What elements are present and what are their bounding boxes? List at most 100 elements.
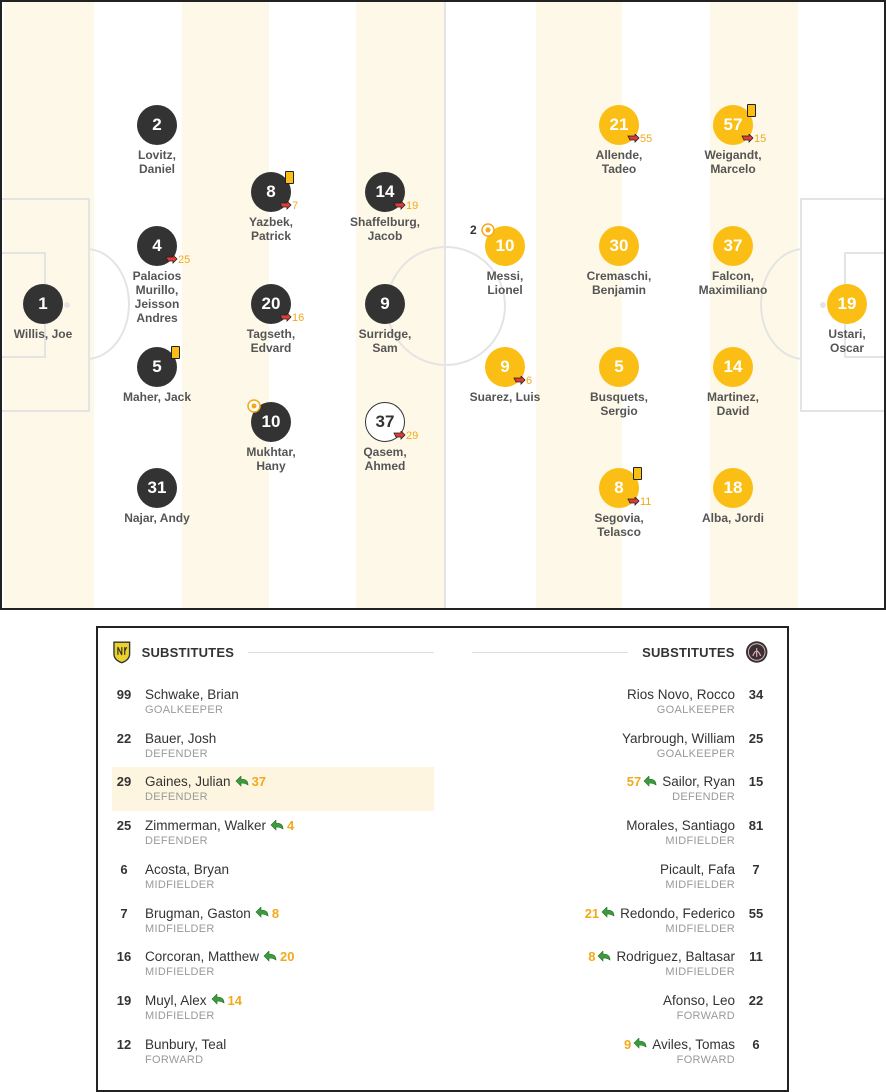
player-name: Willis, Joe bbox=[13, 327, 73, 341]
sub-out-icon bbox=[393, 431, 406, 440]
sub-in-icon bbox=[643, 775, 657, 787]
substitute-number: 25 bbox=[116, 818, 132, 834]
substitute-position: GOALKEEPER bbox=[656, 704, 735, 716]
substitute-number: 15 bbox=[748, 774, 764, 790]
home-substitute-row[interactable]: 22 Bauer, Josh DEFENDER bbox=[112, 724, 434, 768]
sub-in-indicator: 8 bbox=[588, 949, 612, 964]
player-name: Alba, Jordi bbox=[701, 511, 764, 525]
away-player-5[interactable]: 5 Busquets, Sergio bbox=[564, 347, 674, 443]
player-name: Allende, Tadeo bbox=[595, 148, 643, 176]
home-player-5[interactable]: 5 Maher, Jack bbox=[102, 346, 212, 443]
sub-in-icon bbox=[263, 950, 277, 962]
player-name: Najar, Andy bbox=[124, 511, 190, 525]
player-name: Surridge, Sam bbox=[358, 327, 412, 355]
player-number: 5 bbox=[599, 347, 639, 387]
inter-miami-crest-icon bbox=[745, 641, 768, 663]
sub-out-icon bbox=[393, 201, 406, 210]
away-substitute-row[interactable]: 81 Morales, Santiago MIDFIELDER bbox=[446, 811, 768, 855]
substitute-position: FORWARD bbox=[145, 1053, 204, 1066]
home-player-31[interactable]: 31 Najar, Andy bbox=[102, 468, 212, 564]
sub-in-indicator: 8 bbox=[255, 906, 279, 921]
goal-ball-icon bbox=[247, 399, 261, 413]
home-player-2[interactable]: 2 Lovitz, Daniel bbox=[102, 105, 212, 201]
substitute-number: 25 bbox=[748, 730, 764, 746]
away-substitute-row[interactable]: 6 9 Aviles, Tomas FORWARD bbox=[446, 1030, 768, 1074]
home-substitute-row[interactable]: 99 Schwake, Brian GOALKEEPER bbox=[112, 680, 434, 724]
substitute-position: MIDFIELDER bbox=[665, 878, 735, 891]
away-player-10[interactable]: 10 2 Messi, Lionel bbox=[450, 223, 560, 322]
sub-in-minute: 4 bbox=[287, 818, 295, 834]
sub-out-icon bbox=[627, 497, 640, 506]
substitute-name: Morales, Santiago bbox=[626, 818, 735, 834]
home-player-37[interactable]: 37 29 Qasem, Ahmed bbox=[330, 402, 440, 498]
sub-out-icon bbox=[741, 134, 754, 143]
substitute-name: 21 Redondo, Federico bbox=[584, 905, 735, 921]
home-player-10[interactable]: 10 Mukhtar, Hany bbox=[216, 399, 326, 498]
player-name: Martinez, David bbox=[706, 390, 759, 418]
away-substitute-row[interactable]: 25 Yarbrough, William GOALKEEPER bbox=[446, 724, 768, 768]
player-name: Mukhtar, Hany bbox=[246, 445, 296, 473]
substitute-name: Muyl, Alex 14 bbox=[145, 992, 242, 1008]
sub-in-indicator: 14 bbox=[211, 993, 242, 1008]
yellow-card-icon bbox=[285, 171, 294, 184]
home-player-1[interactable]: 1 Willis, Joe bbox=[2, 284, 98, 380]
player-name: Maher, Jack bbox=[122, 390, 192, 404]
home-substitute-row[interactable]: 16 Corcoran, Matthew 20 MIDFIELDER bbox=[112, 942, 434, 986]
sub-out-indicator: 29 bbox=[393, 430, 418, 442]
home-substitute-row[interactable]: 19 Muyl, Alex 14 MIDFIELDER bbox=[112, 986, 434, 1030]
substitute-number: 19 bbox=[116, 992, 132, 1008]
away-substitute-row[interactable]: 11 8 Rodriguez, Baltasar MIDFIELDER bbox=[446, 942, 768, 986]
substitute-name: Brugman, Gaston 8 bbox=[145, 905, 280, 921]
substitute-position: MIDFIELDER bbox=[665, 835, 735, 848]
home-player-14[interactable]: 14 19 Shaffelburg, Jacob bbox=[330, 172, 440, 268]
substitute-name: Bauer, Josh bbox=[145, 730, 217, 746]
away-player-57[interactable]: 57 15 Weigandt, Marcelo bbox=[678, 104, 788, 201]
away-player-21[interactable]: 21 55 Allende, Tadeo bbox=[564, 105, 674, 201]
home-substitute-row[interactable]: 25 Zimmerman, Walker 4 DEFENDER bbox=[112, 811, 434, 855]
sub-in-indicator: 9 bbox=[624, 1037, 648, 1052]
home-player-4[interactable]: 4 25 Palacios Murillo, Jeisson Andres bbox=[102, 226, 212, 325]
home-player-9[interactable]: 9 Surridge, Sam bbox=[330, 284, 440, 380]
home-player-20[interactable]: 20 16 Tagseth, Edvard bbox=[216, 284, 326, 380]
away-substitute-row[interactable]: 15 57 Sailor, Ryan DEFENDER bbox=[446, 767, 768, 811]
substitute-name: 57 Sailor, Ryan bbox=[626, 774, 735, 790]
home-substitute-row[interactable]: 12 Bunbury, Teal FORWARD bbox=[112, 1030, 434, 1074]
player-number: 14 bbox=[713, 347, 753, 387]
substitute-number: 22 bbox=[748, 992, 764, 1008]
away-player-37[interactable]: 37 Falcon, Maximiliano bbox=[678, 226, 788, 322]
sub-out-icon bbox=[279, 201, 292, 210]
away-player-19[interactable]: 19 Ustari, Oscar bbox=[792, 284, 884, 380]
sub-in-indicator: 21 bbox=[585, 906, 616, 921]
home-substitute-row[interactable]: 7 Brugman, Gaston 8 MIDFIELDER bbox=[112, 899, 434, 943]
away-player-18[interactable]: 18 Alba, Jordi bbox=[678, 468, 788, 564]
away-substitute-row[interactable]: 22 Afonso, Leo FORWARD bbox=[446, 986, 768, 1030]
away-substitute-row[interactable]: 34 Rios Novo, Rocco GOALKEEPER bbox=[446, 680, 768, 724]
away-player-14[interactable]: 14 Martinez, David bbox=[678, 347, 788, 443]
substitute-name: Corcoran, Matthew 20 bbox=[145, 949, 295, 965]
away-player-30[interactable]: 30 Cremaschi, Benjamin bbox=[564, 226, 674, 322]
substitute-position: DEFENDER bbox=[145, 791, 208, 804]
sub-in-icon bbox=[235, 775, 248, 787]
nashville-crest-icon bbox=[113, 641, 131, 664]
player-name: Qasem, Ahmed bbox=[363, 445, 407, 473]
substitute-number: 99 bbox=[116, 687, 132, 702]
away-substitute-row[interactable]: 55 21 Redondo, Federico MIDFIELDER bbox=[446, 899, 768, 943]
sub-in-minute: 9 bbox=[623, 1036, 632, 1052]
substitute-name: Zimmerman, Walker 4 bbox=[145, 818, 295, 834]
sub-in-icon bbox=[270, 819, 284, 831]
home-substitutes-title: SUBSTITUTES bbox=[141, 644, 235, 660]
home-player-8[interactable]: 8 7 Yazbek, Patrick bbox=[216, 171, 326, 268]
sub-in-icon bbox=[255, 907, 269, 918]
player-number: 2 bbox=[137, 105, 177, 145]
player-name: Yazbek, Patrick bbox=[248, 215, 294, 243]
substitute-number: 11 bbox=[749, 949, 763, 965]
player-name: Segovia, Telasco bbox=[594, 511, 644, 539]
substitute-name: Schwake, Brian bbox=[145, 687, 239, 702]
home-substitute-row[interactable]: 6 Acosta, Bryan MIDFIELDER bbox=[112, 855, 434, 899]
away-substitute-row[interactable]: 7 Picault, Fafa MIDFIELDER bbox=[446, 855, 768, 899]
away-player-9[interactable]: 9 6 Suarez, Luis bbox=[450, 347, 560, 443]
substitute-name: Picault, Fafa bbox=[659, 861, 735, 877]
home-substitute-row[interactable]: 29 Gaines, Julian 37 DEFENDER bbox=[112, 767, 434, 812]
substitute-position: GOALKEEPER bbox=[656, 747, 735, 760]
away-player-8[interactable]: 8 11 Segovia, Telasco bbox=[564, 467, 674, 564]
